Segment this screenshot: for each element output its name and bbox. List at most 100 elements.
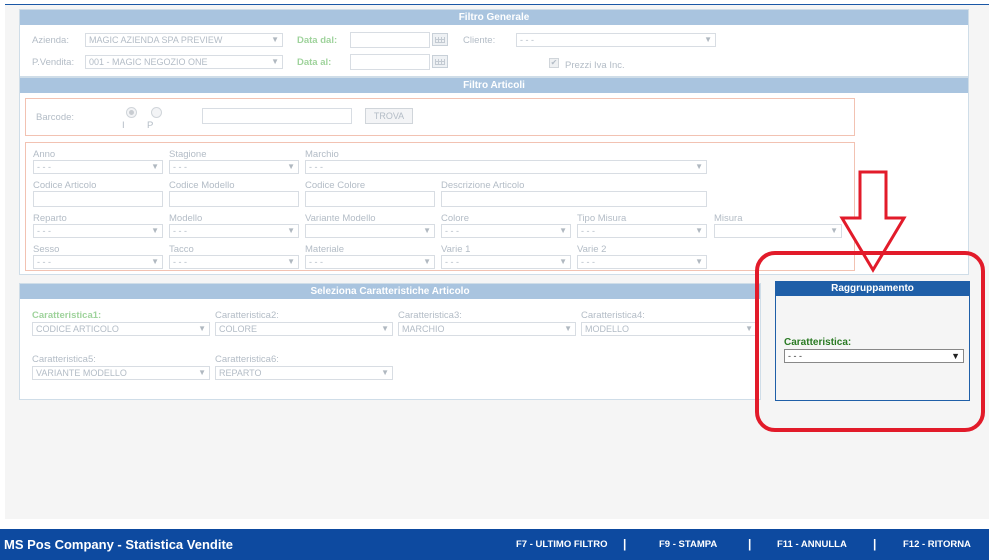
cliente-label: Cliente: (463, 35, 496, 46)
caratteristica5-select[interactable]: VARIANTE MODELLO ▼ (32, 366, 210, 380)
footer-bar: MS Pos Company - Statistica Vendite F7 -… (0, 529, 989, 560)
filtro-generale-title: Filtro Generale (20, 10, 968, 25)
data-al-input[interactable] (350, 54, 430, 70)
modello-select[interactable]: - - - ▼ (169, 224, 299, 238)
chevron-down-icon: ▼ (287, 162, 295, 171)
barcode-label: Barcode: (36, 112, 75, 123)
caratteristica5-label: Caratteristica5: (32, 354, 96, 365)
descrizione-label: Descrizione Articolo (441, 180, 525, 191)
f12-ritorna-button[interactable]: F12 - RITORNA (903, 539, 971, 550)
varie2-select[interactable]: - - - ▼ (577, 255, 707, 269)
trova-button[interactable]: TROVA (365, 108, 413, 124)
chevron-down-icon: ▼ (287, 257, 295, 266)
prezzi-iva-checkbox[interactable]: ✔ (549, 58, 559, 68)
pvendita-select[interactable]: 001 - MAGIC NEGOZIO ONE ▼ (85, 55, 283, 69)
data-dal-label: Data dal: (297, 35, 338, 46)
caratteristica3-select[interactable]: MARCHIO ▼ (398, 322, 576, 336)
azienda-select[interactable]: MAGIC AZIENDA SPA PREVIEW ▼ (85, 33, 283, 47)
chevron-down-icon: ▼ (381, 368, 389, 377)
codice-modello-input[interactable] (169, 191, 299, 207)
radio-p[interactable] (151, 107, 162, 118)
varie1-select[interactable]: - - - ▼ (441, 255, 571, 269)
calendar-icon[interactable] (432, 55, 448, 68)
marchio-select[interactable]: - - - ▼ (305, 160, 707, 174)
codice-articolo-label: Codice Articolo (33, 180, 97, 191)
tipo-misura-select[interactable]: - - - ▼ (577, 224, 707, 238)
modello-label: Modello (169, 213, 203, 224)
misura-select[interactable]: ▼ (714, 224, 842, 238)
chevron-down-icon: ▼ (695, 257, 703, 266)
chevron-down-icon: ▼ (151, 226, 159, 235)
caratteristica1-select[interactable]: CODICE ARTICOLO ▼ (32, 322, 210, 336)
stagione-label: Stagione (169, 149, 207, 160)
filtro-articoli-title: Filtro Articoli (20, 78, 968, 93)
caratteristica2-label: Caratteristica2: (215, 310, 279, 321)
codice-colore-input[interactable] (305, 191, 435, 207)
f7-ultimo-filtro-button[interactable]: F7 - ULTIMO FILTRO (516, 539, 607, 550)
barcode-box: Barcode: I P TROVA (25, 98, 855, 136)
filtro-generale-panel: Filtro Generale Azienda: MAGIC AZIENDA S… (19, 9, 969, 77)
anno-label: Anno (33, 149, 56, 160)
filtro-articoli-panel: Filtro Articoli Barcode: I P TROVA Anno … (19, 77, 969, 275)
caratteristiche-panel: Seleziona Caratteristiche Articolo Carat… (19, 283, 761, 400)
descrizione-input[interactable] (441, 191, 707, 207)
app-title: MS Pos Company - Statistica Vendite (4, 537, 233, 552)
chevron-down-icon: ▼ (695, 162, 703, 171)
separator: | (623, 537, 627, 551)
chevron-down-icon: ▼ (271, 57, 279, 66)
stagione-select[interactable]: - - - ▼ (169, 160, 299, 174)
chevron-down-icon: ▼ (423, 257, 431, 266)
caratteristica6-select[interactable]: REPARTO ▼ (215, 366, 393, 380)
chevron-down-icon: ▼ (745, 324, 753, 333)
codice-colore-label: Codice Colore (305, 180, 366, 191)
f11-annulla-button[interactable]: F11 - ANNULLA (777, 539, 847, 550)
sesso-select[interactable]: - - - ▼ (33, 255, 163, 269)
chevron-down-icon: ▼ (830, 226, 838, 235)
reparto-select[interactable]: - - - ▼ (33, 224, 163, 238)
variante-select[interactable]: ▼ (305, 224, 435, 238)
radio-p-label: P (147, 120, 154, 131)
caratteristica2-select[interactable]: COLORE ▼ (215, 322, 393, 336)
separator: | (873, 537, 877, 551)
tacco-select[interactable]: - - - ▼ (169, 255, 299, 269)
materiale-select[interactable]: - - - ▼ (305, 255, 435, 269)
marchio-label: Marchio (305, 149, 339, 160)
azienda-label: Azienda: (32, 35, 69, 46)
codice-articolo-input[interactable] (33, 191, 163, 207)
colore-select[interactable]: - - - ▼ (441, 224, 571, 238)
chevron-down-icon: ▼ (695, 226, 703, 235)
reparto-label: Reparto (33, 213, 67, 224)
f9-stampa-button[interactable]: F9 - STAMPA (659, 539, 717, 550)
chevron-down-icon: ▼ (151, 257, 159, 266)
varie1-label: Varie 1 (441, 244, 471, 255)
tacco-label: Tacco (169, 244, 194, 255)
chevron-down-icon: ▼ (271, 35, 279, 44)
chevron-down-icon: ▼ (287, 226, 295, 235)
colore-label: Colore (441, 213, 469, 224)
calendar-icon[interactable] (432, 33, 448, 46)
chevron-down-icon: ▼ (704, 35, 712, 44)
data-dal-input[interactable] (350, 32, 430, 48)
materiale-label: Materiale (305, 244, 345, 255)
chevron-down-icon: ▼ (198, 324, 206, 333)
codice-modello-label: Codice Modello (169, 180, 235, 191)
caratteristica4-select[interactable]: MODELLO ▼ (581, 322, 757, 336)
barcode-input[interactable] (202, 108, 352, 124)
chevron-down-icon: ▼ (423, 226, 431, 235)
tipo-misura-label: Tipo Misura (577, 213, 627, 224)
caratteristica3-label: Caratteristica3: (398, 310, 462, 321)
caratteristica6-label: Caratteristica6: (215, 354, 279, 365)
cliente-select[interactable]: - - - ▼ (516, 33, 716, 47)
anno-select[interactable]: - - - ▼ (33, 160, 163, 174)
separator: | (748, 537, 752, 551)
sesso-label: Sesso (33, 244, 60, 255)
caratteristica1-label: Caratteristica1: (32, 310, 102, 321)
article-filters-box: Anno - - - ▼ Stagione - - - ▼ Marchio - - … (25, 142, 855, 271)
caratteristica4-label: Caratteristica4: (581, 310, 645, 321)
data-al-label: Data al: (297, 57, 332, 68)
chevron-down-icon: ▼ (151, 162, 159, 171)
annotation-highlight-frame (755, 251, 985, 432)
chevron-down-icon: ▼ (564, 324, 572, 333)
chevron-down-icon: ▼ (198, 368, 206, 377)
radio-i[interactable] (126, 107, 137, 118)
